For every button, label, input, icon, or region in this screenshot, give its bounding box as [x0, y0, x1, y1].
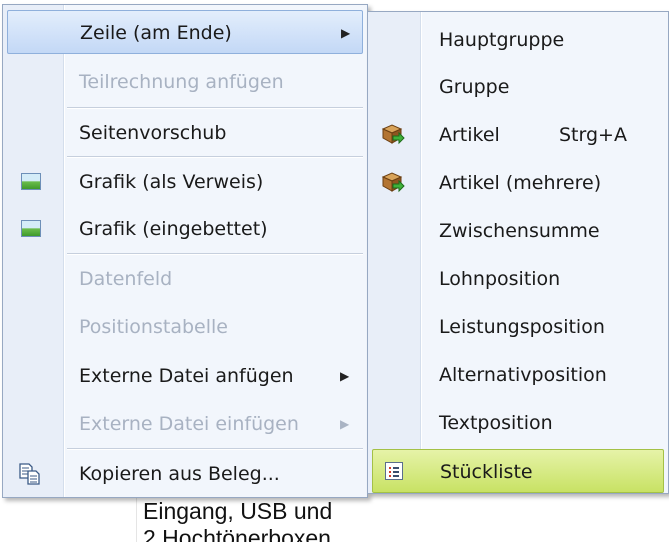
image-icon	[21, 173, 41, 190]
copy-document-icon	[18, 462, 42, 486]
menu-item-label: Stückliste	[440, 461, 533, 483]
menu-separator	[67, 156, 363, 158]
menu-item-label: Positionstabelle	[79, 316, 228, 338]
menu-item-label: Kopieren aus Beleg...	[79, 463, 280, 485]
menu-item-label: Grafik (als Verweis)	[79, 171, 264, 193]
list-icon	[385, 462, 403, 480]
menu-item-externe-datei-einfuegen[interactable]: Externe Datei einfügen ▶	[7, 402, 363, 446]
menu-item-label: Zeile (am Ende)	[80, 22, 232, 44]
menu-item-label: Textposition	[439, 412, 553, 434]
menu-item-label: Artikel	[439, 124, 500, 146]
insert-context-menu: Zeile (am Ende) ▶ Teilrechnung anfügen S…	[2, 4, 368, 498]
menu-item-label: Gruppe	[439, 76, 510, 98]
article-box-icon	[381, 122, 405, 146]
menu-item-label: Leistungsposition	[439, 316, 605, 338]
article-box-icon	[381, 170, 405, 194]
menu-item-positionstabelle[interactable]: Positionstabelle	[7, 305, 363, 349]
menu-separator	[67, 448, 363, 450]
menu-item-stueckliste[interactable]: Stückliste	[372, 449, 664, 493]
menu-item-label: Alternativposition	[439, 364, 607, 386]
menu-item-zeile-am-ende[interactable]: Zeile (am Ende) ▶	[7, 10, 363, 54]
menu-separator	[67, 107, 363, 109]
menu-item-grafik-als-verweis[interactable]: Grafik (als Verweis)	[7, 160, 363, 204]
document-line: 2 Hochtönerboxen	[143, 525, 331, 542]
menu-item-label: Artikel (mehrere)	[439, 172, 602, 194]
menu-item-grafik-eingebettet[interactable]: Grafik (eingebettet)	[7, 207, 363, 251]
submenu-arrow-icon: ▶	[340, 417, 350, 431]
menu-item-zwischensumme[interactable]: Zwischensumme	[372, 209, 664, 253]
menu-item-datenfeld[interactable]: Datenfeld	[7, 257, 363, 301]
menu-item-label: Hauptgruppe	[439, 29, 565, 51]
menu-item-label: Grafik (eingebettet)	[79, 218, 268, 240]
menu-item-label: Externe Datei einfügen	[79, 413, 299, 435]
menu-item-label: Seitenvorschub	[79, 122, 227, 144]
menu-item-label: Teilrechnung anfügen	[79, 71, 284, 93]
menu-separator	[67, 253, 363, 255]
submenu-arrow-icon: ▶	[341, 26, 351, 40]
document-line: Eingang, USB und	[143, 498, 333, 524]
menu-item-label: Externe Datei anfügen	[79, 365, 294, 387]
zeile-submenu: Hauptgruppe Gruppe Artikel Strg+A Artike…	[367, 11, 669, 494]
submenu-arrow-icon: ▶	[340, 369, 350, 383]
menu-item-hauptgruppe[interactable]: Hauptgruppe	[372, 18, 664, 62]
menu-item-lohnposition[interactable]: Lohnposition	[372, 257, 664, 301]
image-icon	[21, 220, 41, 237]
menu-item-alternativposition[interactable]: Alternativposition	[372, 353, 664, 397]
menu-item-label: Datenfeld	[79, 268, 173, 290]
menu-item-teilrechnung-anfuegen[interactable]: Teilrechnung anfügen	[7, 60, 363, 104]
menu-item-externe-datei-anfuegen[interactable]: Externe Datei anfügen ▶	[7, 354, 363, 398]
menu-item-leistungsposition[interactable]: Leistungsposition	[372, 305, 664, 349]
shortcut-text: Strg+A	[559, 124, 627, 146]
menu-item-artikel-mehrere[interactable]: Artikel (mehrere)	[372, 161, 664, 205]
menu-item-kopieren-aus-beleg[interactable]: Kopieren aus Beleg...	[7, 452, 363, 496]
background-document-text: Eingang, USB und 2 Hochtönerboxen	[136, 497, 375, 542]
menu-item-artikel[interactable]: Artikel Strg+A	[372, 113, 664, 157]
menu-item-gruppe[interactable]: Gruppe	[372, 65, 664, 109]
menu-item-seitenvorschub[interactable]: Seitenvorschub	[7, 111, 363, 155]
menu-item-label: Lohnposition	[439, 268, 561, 290]
menu-item-textposition[interactable]: Textposition	[372, 401, 664, 445]
menu-item-label: Zwischensumme	[439, 220, 600, 242]
